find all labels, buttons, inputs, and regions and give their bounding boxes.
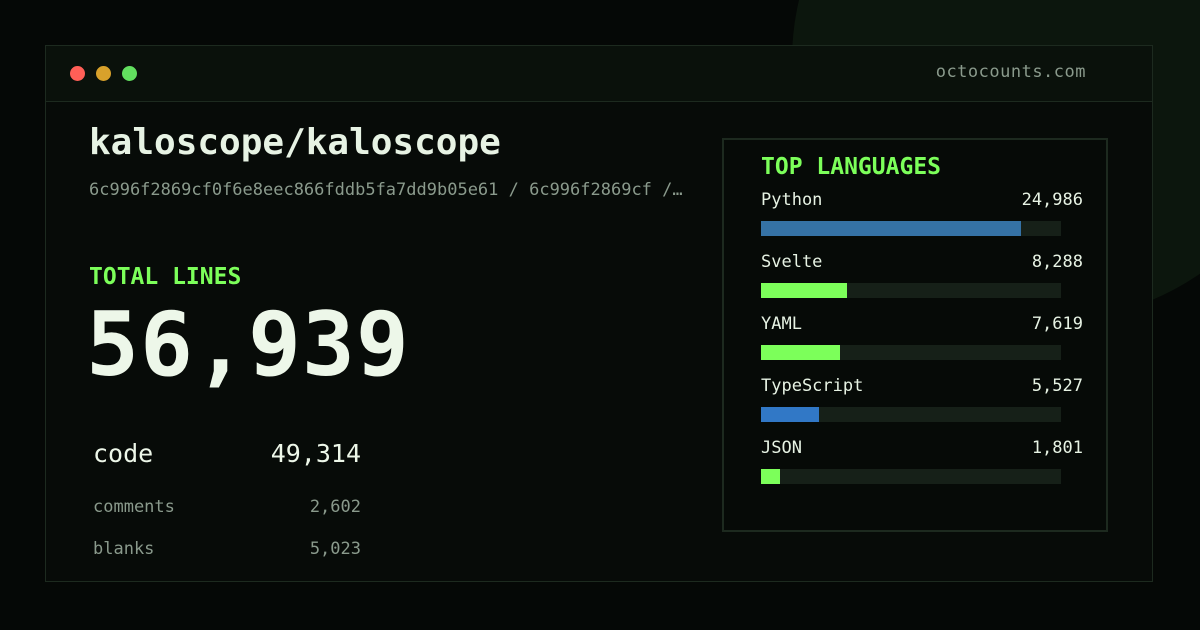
language-bar-track: [761, 469, 1061, 484]
language-name: JSON: [761, 438, 802, 458]
comment-lines-value: 2,602: [309, 497, 361, 517]
language-count: 1,801: [1031, 438, 1083, 458]
language-bar-fill: [761, 469, 780, 484]
language-bar-fill: [761, 283, 848, 298]
line-breakdown: code 49,314 comments 2,602 blanks 5,023: [93, 439, 361, 569]
comment-lines-label: comments: [93, 497, 175, 517]
top-languages-title: TOP LANGUAGES: [761, 154, 942, 180]
language-bar-track: [761, 221, 1061, 236]
blank-lines-label: blanks: [93, 539, 155, 559]
language-count: 5,527: [1031, 376, 1083, 396]
comment-lines-row: comments 2,602: [93, 485, 361, 527]
close-window-dot[interactable]: [70, 66, 85, 81]
window-titlebar: octocounts.com: [46, 46, 1152, 102]
language-count: 8,288: [1031, 252, 1083, 272]
code-lines-value: 49,314: [270, 439, 361, 468]
top-languages-panel: TOP LANGUAGES Python 24,986 Svelte 8,288…: [722, 138, 1108, 532]
minimize-window-dot[interactable]: [96, 66, 111, 81]
language-bar-track: [761, 345, 1061, 360]
blank-lines-value: 5,023: [309, 539, 361, 559]
language-name: Python: [761, 190, 823, 210]
language-bar-fill: [761, 221, 1022, 236]
language-row-python: Python 24,986: [761, 190, 1083, 252]
language-bar-fill: [761, 407, 819, 422]
site-domain: octocounts.com: [935, 62, 1086, 82]
og-card: octocounts.com kaloscope/kaloscope 6c996…: [0, 0, 1200, 630]
language-row-svelte: Svelte 8,288: [761, 252, 1083, 314]
language-row-json: JSON 1,801: [761, 438, 1083, 500]
language-bar-track: [761, 283, 1061, 298]
commit-hash: 6c996f2869cf0f6e8eec866fddb5fa7dd9b05e61…: [89, 180, 683, 200]
language-name: YAML: [761, 314, 802, 334]
code-lines-label: code: [93, 439, 154, 468]
language-row-yaml: YAML 7,619: [761, 314, 1083, 376]
language-name: TypeScript: [761, 376, 864, 396]
code-lines-row: code 49,314: [93, 439, 361, 485]
language-count: 7,619: [1031, 314, 1083, 334]
language-bar-fill: [761, 345, 840, 360]
browser-window: octocounts.com kaloscope/kaloscope 6c996…: [45, 45, 1153, 582]
blank-lines-row: blanks 5,023: [93, 527, 361, 569]
maximize-window-dot[interactable]: [122, 66, 137, 81]
language-name: Svelte: [761, 252, 823, 272]
language-count: 24,986: [1021, 190, 1083, 210]
language-bar-track: [761, 407, 1061, 422]
total-lines-label: TOTAL LINES: [89, 264, 242, 290]
total-lines-value: 56,939: [86, 293, 410, 396]
language-row-typescript: TypeScript 5,527: [761, 376, 1083, 438]
repository-name: kaloscope/kaloscope: [89, 122, 501, 163]
